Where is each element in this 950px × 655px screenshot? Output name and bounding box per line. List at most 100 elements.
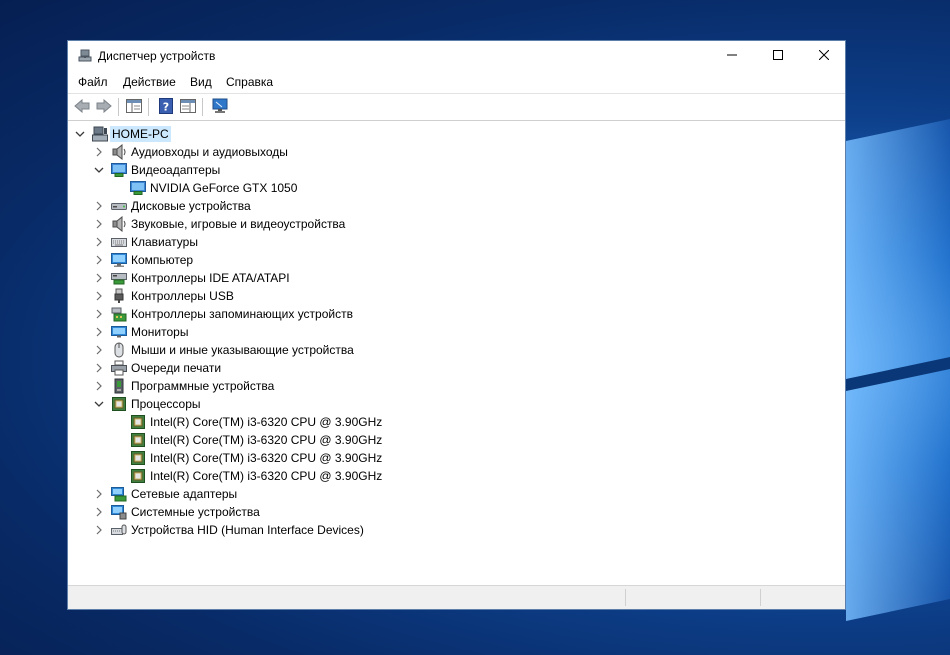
tree-category-item[interactable]: Контроллеры запоминающих устройств — [68, 305, 488, 323]
tree-root-row[interactable]: HOME-PC — [68, 125, 368, 143]
processor-icon — [130, 432, 146, 448]
help-button[interactable]: ? — [156, 97, 176, 117]
status-separator — [625, 589, 626, 606]
tree-category-item[interactable]: Системные устройства — [68, 503, 488, 521]
chevron-right-icon[interactable] — [93, 308, 105, 320]
window-title: Диспетчер устройств — [98, 49, 216, 63]
svg-text:?: ? — [163, 100, 169, 113]
tree-item-label: Intel(R) Core(TM) i3-6320 CPU @ 3.90GHz — [150, 469, 383, 483]
chevron-down-icon[interactable] — [93, 164, 105, 176]
tree-category-item[interactable]: Мониторы — [68, 323, 488, 341]
tree-child-item[interactable]: Intel(R) Core(TM) i3-6320 CPU @ 3.90GHz — [68, 467, 488, 485]
chevron-right-icon[interactable] — [93, 290, 105, 302]
chevron-right-icon[interactable] — [93, 344, 105, 356]
tree-item-label: Мыши и иные указывающие устройства — [131, 343, 354, 357]
toolbar-separator — [118, 98, 119, 116]
chevron-right-icon[interactable] — [93, 326, 105, 338]
keyboard-icon — [111, 234, 127, 250]
tree-item-label: Клавиатуры — [131, 235, 198, 249]
chevron-right-icon[interactable] — [93, 488, 105, 500]
tree-item-label: Дисковые устройства — [131, 199, 251, 213]
details-pane-button[interactable] — [178, 98, 198, 116]
status-bar — [68, 585, 845, 609]
chevron-down-icon[interactable] — [74, 128, 86, 140]
tree-category-item[interactable]: Видеоадаптеры — [68, 161, 488, 179]
chevron-right-icon[interactable] — [93, 506, 105, 518]
scan-monitor-icon — [212, 98, 228, 117]
chevron-right-icon[interactable] — [93, 200, 105, 212]
tree-category-item[interactable]: Клавиатуры — [68, 233, 488, 251]
processor-icon — [130, 450, 146, 466]
tree-category-item[interactable]: Сетевые адаптеры — [68, 485, 488, 503]
close-button[interactable] — [801, 41, 847, 71]
back-arrow-icon — [74, 98, 90, 116]
chevron-right-icon[interactable] — [93, 236, 105, 248]
chevron-right-icon[interactable] — [93, 380, 105, 392]
chevron-right-icon[interactable] — [93, 524, 105, 536]
forward-button[interactable] — [94, 98, 114, 116]
tree-item-label: Очереди печати — [131, 361, 222, 375]
display-adapter-icon — [130, 180, 146, 196]
title-bar[interactable]: Диспетчер устройств — [68, 41, 845, 71]
toolbar: ? — [68, 93, 845, 121]
software-device-icon — [111, 378, 127, 394]
menu-file[interactable]: Файл — [78, 75, 108, 89]
minimize-button[interactable] — [709, 41, 755, 71]
tree-category-item[interactable]: Устройства HID (Human Interface Devices) — [68, 521, 488, 539]
network-adapter-icon — [111, 486, 127, 502]
storage-controller-icon — [111, 306, 127, 322]
back-button[interactable] — [72, 98, 92, 116]
tree-category-item[interactable]: Процессоры — [68, 395, 488, 413]
tree-category-item[interactable]: Контроллеры USB — [68, 287, 488, 305]
display-adapter-icon — [111, 162, 127, 178]
status-separator — [760, 589, 761, 606]
tree-item-label: Видеоадаптеры — [131, 163, 221, 177]
hid-icon — [111, 522, 127, 538]
processor-icon — [130, 414, 146, 430]
menu-bar: Файл Действие Вид Справка — [68, 71, 845, 93]
tree-category-item[interactable]: Очереди печати — [68, 359, 488, 377]
chevron-right-icon[interactable] — [93, 254, 105, 266]
tree-category-item[interactable]: Программные устройства — [68, 377, 488, 395]
chevron-right-icon[interactable] — [93, 272, 105, 284]
tree-item-label: Системные устройства — [131, 505, 260, 519]
processor-icon — [111, 396, 127, 412]
tree-child-item[interactable]: Intel(R) Core(TM) i3-6320 CPU @ 3.90GHz — [68, 449, 488, 467]
tree-category-item[interactable]: Аудиовходы и аудиовыходы — [68, 143, 488, 161]
tree-item-label: Устройства HID (Human Interface Devices) — [131, 523, 364, 537]
tree-item-label: Аудиовходы и аудиовыходы — [131, 145, 288, 159]
scan-hardware-button[interactable] — [210, 98, 230, 116]
chevron-right-icon[interactable] — [93, 146, 105, 158]
tree-item-label: Программные устройства — [131, 379, 275, 393]
maximize-icon — [773, 49, 783, 63]
details-pane-icon — [180, 98, 196, 116]
menu-view[interactable]: Вид — [190, 75, 212, 89]
tree-category-item[interactable]: Контроллеры IDE ATA/ATAPI — [68, 269, 488, 287]
help-icon: ? — [159, 97, 173, 117]
menu-action[interactable]: Действие — [123, 75, 176, 89]
disk-drive-icon — [111, 198, 127, 214]
tree-category-item[interactable]: Дисковые устройства — [68, 197, 488, 215]
computer-icon — [111, 252, 127, 268]
device-manager-app-icon — [78, 49, 92, 63]
tree-category-item[interactable]: Мыши и иные указывающие устройства — [68, 341, 488, 359]
tree-child-item[interactable]: Intel(R) Core(TM) i3-6320 CPU @ 3.90GHz — [68, 431, 488, 449]
printer-icon — [111, 360, 127, 376]
tree-child-item[interactable]: NVIDIA GeForce GTX 1050 — [68, 179, 488, 197]
computer-root-icon — [92, 126, 108, 142]
tree-item-label: Мониторы — [131, 325, 189, 339]
toolbar-separator — [202, 98, 203, 116]
tree-category-item[interactable]: Звуковые, игровые и видеоустройства — [68, 215, 488, 233]
menu-help[interactable]: Справка — [226, 75, 273, 89]
chevron-down-icon[interactable] — [93, 398, 105, 410]
maximize-button[interactable] — [755, 41, 801, 71]
tree-category-item[interactable]: Компьютер — [68, 251, 488, 269]
properties-pane-button[interactable] — [124, 98, 144, 116]
tree-item-label: Intel(R) Core(TM) i3-6320 CPU @ 3.90GHz — [150, 433, 383, 447]
system-device-icon — [111, 504, 127, 520]
tree-item-label: Звуковые, игровые и видеоустройства — [131, 217, 346, 231]
chevron-right-icon[interactable] — [93, 362, 105, 374]
chevron-right-icon[interactable] — [93, 218, 105, 230]
tree-child-item[interactable]: Intel(R) Core(TM) i3-6320 CPU @ 3.90GHz — [68, 413, 488, 431]
device-tree[interactable]: HOME-PC Аудиовходы и аудиовыходы Видеоадап… — [68, 121, 845, 585]
